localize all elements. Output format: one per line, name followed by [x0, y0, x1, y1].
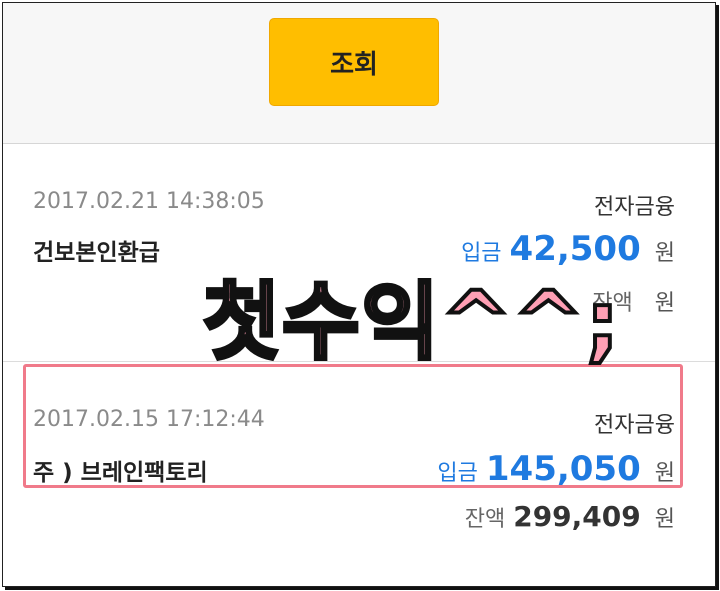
balance-label: 잔액	[464, 507, 506, 532]
transaction-name: 건보본인환급	[33, 240, 160, 266]
transaction-category: 전자금융	[594, 195, 675, 220]
query-button[interactable]: 조회	[269, 18, 439, 106]
highlight-box	[23, 364, 683, 488]
query-header: 조회	[3, 3, 715, 144]
currency-unit: 원	[654, 507, 675, 532]
app-frame: 조회 2017.02.21 14:38:05 전자금융 건보본인환급 입금 42…	[2, 2, 716, 587]
balance-row: 잔액 299,409 원	[465, 500, 675, 533]
overlay-caption: 첫수익^^;	[201, 271, 622, 373]
balance-amount: 299,409	[513, 500, 641, 533]
transaction-datetime: 2017.02.21 14:38:05	[33, 189, 265, 214]
currency-unit: 원	[654, 291, 675, 316]
currency-unit: 원	[654, 241, 675, 266]
